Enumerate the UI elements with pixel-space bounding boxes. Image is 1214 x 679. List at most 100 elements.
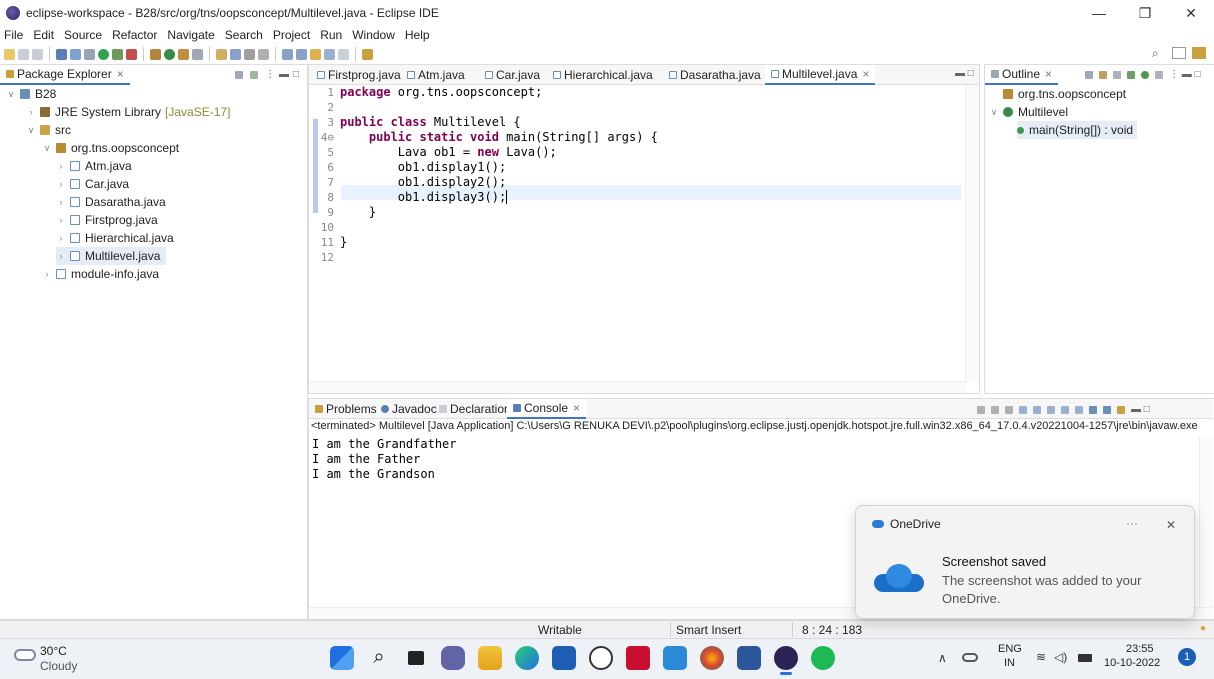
coverage-icon[interactable] [112, 48, 123, 60]
block-selection-icon[interactable] [244, 48, 255, 60]
code-line[interactable]: public class Multilevel { [340, 115, 521, 129]
tab-dasaratha-java[interactable]: Dasaratha.java [663, 65, 767, 85]
collapse-all-icon[interactable] [1085, 70, 1093, 79]
pin-console-icon[interactable] [1089, 405, 1097, 414]
open-type-icon[interactable] [178, 48, 189, 60]
tab-package-explorer[interactable]: Package Explorer × [0, 65, 130, 85]
menu-help[interactable]: Help [405, 28, 430, 42]
status-insert-mode[interactable]: Smart Insert [676, 623, 741, 637]
battery-icon[interactable] [1078, 654, 1092, 662]
menu-run[interactable]: Run [320, 28, 342, 42]
back-icon[interactable] [324, 48, 335, 60]
tab-atm-java[interactable]: Atm.java [401, 65, 471, 85]
chevron-right-icon[interactable]: › [56, 179, 66, 189]
hide-local-types-icon[interactable] [1155, 70, 1163, 79]
link-with-editor-icon[interactable] [250, 70, 258, 79]
next-annotation-icon[interactable] [282, 48, 293, 60]
run-icon[interactable] [98, 48, 109, 60]
tab-outline[interactable]: Outline × [985, 65, 1059, 85]
chevron-down-icon[interactable]: ∨ [6, 89, 16, 100]
tree-item-car-java[interactable]: › Car.java [56, 175, 130, 193]
chevron-down-icon[interactable]: ∨ [989, 107, 999, 118]
forward-icon[interactable] [338, 48, 349, 60]
minimize-button[interactable]: — [1076, 0, 1122, 26]
tip-icon[interactable]: ● [1200, 623, 1206, 634]
editor-minmax-icons[interactable]: ▬ □ [955, 68, 974, 79]
code-line[interactable]: Lava ob1 = new Lava(); [340, 145, 557, 159]
mcafee-icon[interactable] [626, 646, 650, 670]
console-vertical-scrollbar[interactable] [1199, 437, 1213, 607]
clear-console-icon[interactable] [1019, 405, 1027, 414]
code-line[interactable]: package org.tns.oopsconcept; [340, 85, 542, 99]
open-console-icon[interactable] [1117, 405, 1125, 414]
new-class-icon[interactable] [164, 48, 175, 60]
search-icon[interactable]: ⌕ [367, 646, 391, 670]
weather-description[interactable]: Cloudy [40, 659, 77, 673]
tab-multilevel-java[interactable]: Multilevel.java × [765, 65, 876, 85]
annotation-icon[interactable] [230, 48, 241, 60]
onedrive-tray-icon[interactable] [962, 653, 978, 662]
notification-more-button[interactable]: ··· [1126, 516, 1138, 530]
outline-item-class[interactable]: ∨ Multilevel [989, 103, 1068, 121]
volume-icon[interactable]: ◁) [1054, 650, 1067, 664]
show-stderr-icon[interactable] [1075, 405, 1083, 414]
onedrive-notification[interactable]: OneDrive ··· ✕ Screenshot saved The scre… [855, 505, 1195, 619]
menu-source[interactable]: Source [64, 28, 102, 42]
java-perspective-icon[interactable] [1192, 47, 1206, 59]
menu-search[interactable]: Search [225, 28, 263, 42]
file-explorer-icon[interactable] [478, 646, 502, 670]
prev-annotation-icon[interactable] [296, 48, 307, 60]
tab-hierarchical-java[interactable]: Hierarchical.java [547, 65, 659, 85]
toggle-mark-icon[interactable] [216, 48, 227, 60]
tree-item-module-info[interactable]: › module-info.java [42, 265, 160, 283]
chevron-down-icon[interactable]: ∨ [42, 143, 52, 154]
code-line[interactable]: ob1.display3(); [340, 190, 508, 204]
spotify-icon[interactable] [811, 646, 835, 670]
chevron-right-icon[interactable]: › [26, 107, 36, 117]
save-icon[interactable] [18, 48, 29, 60]
save-all-icon[interactable] [32, 48, 43, 60]
new-icon[interactable] [4, 48, 15, 60]
debug-icon[interactable] [84, 48, 95, 60]
code-line[interactable]: public static void main(String[] args) { [340, 130, 658, 144]
menu-project[interactable]: Project [273, 28, 310, 42]
tree-item-firstprog-java[interactable]: › Firstprog.java [56, 211, 158, 229]
word-icon[interactable] [737, 646, 761, 670]
code-line[interactable]: ob1.display1(); [340, 160, 506, 174]
chevron-up-icon[interactable]: ∧ [938, 651, 947, 665]
terminal-icon[interactable] [56, 48, 67, 60]
chevron-right-icon[interactable]: › [56, 161, 66, 171]
close-icon[interactable]: × [862, 67, 869, 81]
tab-problems[interactable]: Problems [309, 399, 383, 419]
microsoft-store-icon[interactable] [552, 646, 576, 670]
menu-window[interactable]: Window [352, 28, 395, 42]
editor-horizontal-scrollbar[interactable] [309, 381, 965, 393]
external-tools-icon[interactable] [126, 48, 137, 60]
notification-count-badge[interactable]: 1 [1178, 648, 1196, 666]
view-menu-icon[interactable]: ⋮ ▬ □ [1169, 69, 1201, 80]
tab-console[interactable]: Console × [507, 399, 587, 419]
code-line[interactable]: } [340, 235, 347, 249]
search-icon[interactable]: ⌕ [1152, 46, 1159, 61]
last-edit-icon[interactable] [310, 48, 321, 60]
remove-launch-icon[interactable] [991, 405, 999, 414]
teams-chat-icon[interactable] [441, 646, 465, 670]
hide-nonpublic-icon[interactable] [1141, 70, 1149, 79]
show-stdout-icon[interactable] [1061, 405, 1069, 414]
pin-editor-icon[interactable] [362, 48, 373, 60]
menu-navigate[interactable]: Navigate [167, 28, 214, 42]
eclipse-taskbar-icon[interactable] [774, 646, 798, 670]
weather-temperature[interactable]: 30°C [40, 644, 67, 658]
view-menu-icon[interactable]: ⋮ [265, 69, 275, 80]
tab-firstprog-java[interactable]: Firstprog.java [311, 65, 407, 85]
search-tool-icon[interactable] [192, 48, 203, 60]
start-icon[interactable] [330, 646, 354, 670]
notification-close-button[interactable]: ✕ [1166, 518, 1176, 532]
language-indicator[interactable]: ENG [998, 643, 1022, 655]
remove-all-icon[interactable] [1005, 405, 1013, 414]
close-icon[interactable]: × [1045, 67, 1052, 81]
tree-item-hierarchical-java[interactable]: › Hierarchical.java [56, 229, 174, 247]
tab-declaration[interactable]: Declaration [433, 399, 517, 419]
outline-item-method[interactable]: main(String[]) : void [1017, 121, 1138, 139]
wifi-icon[interactable]: ≋ [1036, 650, 1046, 664]
